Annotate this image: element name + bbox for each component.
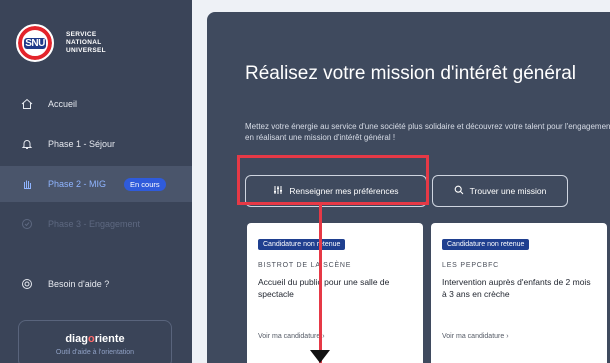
diagoriente-subtitle: Outil d'aide à l'orientation (55, 349, 135, 356)
sidebar-item-phase1[interactable]: Phase 1 - Séjour (0, 126, 192, 162)
snu-logo-badge: SNU (16, 24, 54, 62)
search-icon (454, 185, 464, 197)
hand-icon (20, 177, 34, 191)
view-application-link[interactable]: Voir ma candidature › (442, 333, 597, 340)
sidebar-item-label: Phase 1 - Séjour (48, 139, 116, 149)
sidebar-item-phase2[interactable]: Phase 2 - MIG En cours (0, 166, 192, 202)
card-title: Intervention auprès d'enfants de 2 mois … (442, 277, 591, 299)
diagoriente-title: diagoriente (65, 333, 125, 345)
page-title: Réalisez votre mission d'intérêt général (245, 63, 577, 84)
logo-line-1: SERVICE (66, 31, 97, 38)
sidebar-item-label: Besoin d'aide ? (48, 279, 110, 289)
sidebar-item-label: Phase 3 - Engagement (48, 219, 141, 229)
application-card[interactable]: Candidature non retenue BISTROT DE LA SC… (247, 223, 423, 363)
home-icon (20, 97, 34, 111)
card-organization: LES PEPCBFC (442, 262, 500, 269)
sidebar-item-accueil[interactable]: Accueil (0, 86, 192, 122)
arrow-down-icon (310, 350, 330, 363)
logo-line-3: UNIVERSEL (66, 47, 106, 54)
status-badge: Candidature non retenue (442, 239, 530, 250)
diagoriente-card[interactable]: diagoriente Outil d'aide à l'orientation (18, 320, 172, 363)
card-organization: BISTROT DE LA SCÈNE (258, 262, 352, 269)
status-badge: En cours (124, 177, 166, 191)
logo-text: SERVICE NATIONAL UNIVERSEL (66, 31, 106, 55)
sidebar-item-label: Accueil (48, 99, 78, 109)
sidebar-item-label: Phase 2 - MIG (48, 179, 107, 189)
annotation-arrow-line (319, 205, 322, 363)
sidebar-item-help[interactable]: Besoin d'aide ? (0, 266, 192, 302)
sidebar-item-phase3: Phase 3 - Engagement (0, 206, 192, 242)
lifebuoy-icon (20, 277, 34, 291)
card-title: Accueil du public pour une salle de spec… (258, 277, 390, 299)
highlight-box (237, 155, 429, 205)
bell-icon (20, 137, 34, 151)
application-card[interactable]: Candidature non retenue LES PEPCBFC Inte… (431, 223, 607, 363)
snu-logo[interactable]: SNU SERVICE NATIONAL UNIVERSEL (16, 24, 106, 62)
sidebar: SNU SERVICE NATIONAL UNIVERSEL Accueil P… (0, 0, 192, 363)
find-mission-button-label: Trouver une mission (469, 186, 547, 196)
logo-line-2: NATIONAL (66, 39, 102, 46)
status-badge: Candidature non retenue (258, 239, 346, 250)
find-mission-button[interactable]: Trouver une mission (432, 175, 568, 207)
hero-description: Mettez votre énergie au service d'une so… (245, 122, 610, 142)
view-application-link[interactable]: Voir ma candidature › (258, 333, 413, 340)
check-circle-icon (20, 217, 34, 231)
logo-badge-text: SNU (25, 38, 45, 49)
